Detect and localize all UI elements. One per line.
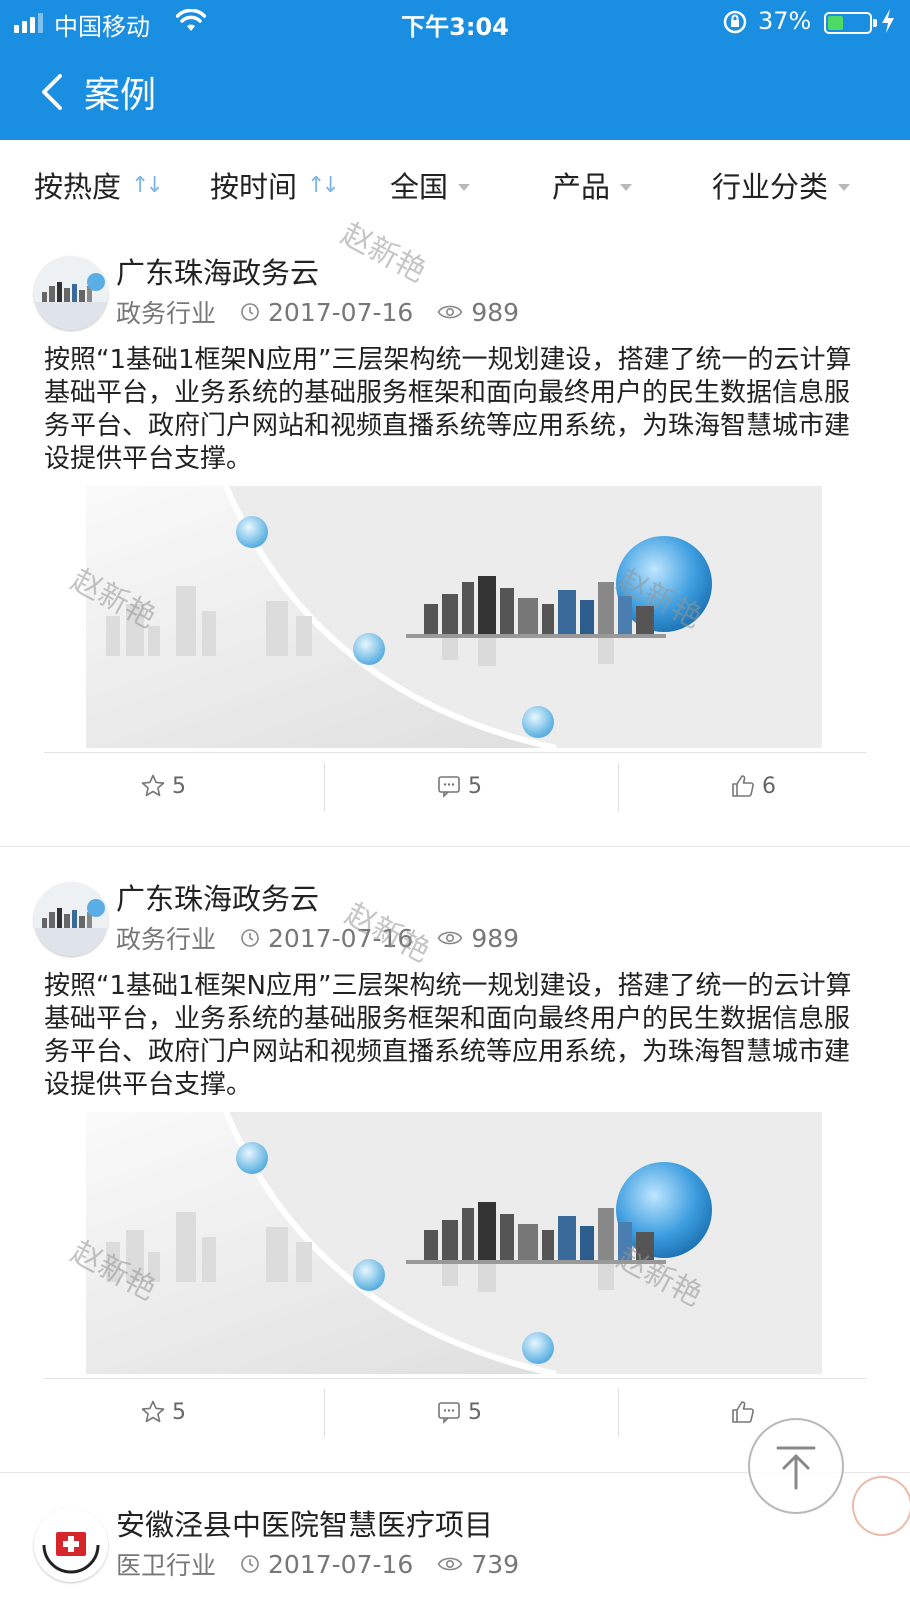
case-views: 739	[471, 1549, 520, 1579]
case-avatar	[34, 256, 108, 330]
case-views: 989	[471, 923, 520, 953]
medical-cross-icon	[34, 1508, 108, 1582]
case-views: 989	[471, 297, 520, 327]
clock-icon	[241, 303, 259, 321]
arrow-up-icon	[776, 1446, 816, 1490]
case-meta: 政务行业 2017-07-16 989	[116, 920, 519, 956]
star-icon	[140, 773, 166, 799]
comment-icon	[436, 773, 462, 799]
favorite-count: 5	[172, 1399, 186, 1425]
star-icon	[140, 1399, 166, 1425]
filter-label: 按热度	[34, 170, 122, 204]
eye-icon	[437, 1557, 463, 1571]
top-bar: 中国移动 下午3:04 37% 案例	[0, 0, 910, 140]
case-actions: 5 5 6	[44, 752, 866, 816]
filter-product[interactable]: 产品	[552, 164, 633, 206]
dropdown-arrow-icon	[620, 183, 633, 191]
case-date: 2017-07-16	[268, 297, 414, 327]
case-image[interactable]	[86, 486, 822, 748]
case-meta: 政务行业 2017-07-16 989	[116, 294, 519, 330]
eye-icon	[437, 305, 463, 319]
case-title: 安徽泾县中医院智慧医疗项目	[116, 1508, 494, 1542]
case-avatar	[34, 1508, 108, 1582]
case-avatar	[34, 882, 108, 956]
orientation-lock-icon	[723, 10, 747, 34]
comment-button[interactable]: 5	[436, 761, 482, 811]
back-to-top-button[interactable]	[748, 1418, 844, 1514]
page-title: 案例	[84, 75, 157, 116]
status-bar: 中国移动 下午3:04 37%	[0, 0, 910, 44]
charging-icon	[882, 9, 894, 33]
battery-percent: 37%	[758, 7, 812, 35]
dropdown-arrow-icon	[458, 183, 471, 191]
comment-count: 5	[468, 773, 482, 799]
like-count: 6	[762, 773, 776, 799]
comment-count: 5	[468, 1399, 482, 1425]
filter-region[interactable]: 全国	[390, 164, 471, 206]
filter-industry[interactable]: 行业分类	[712, 164, 851, 206]
case-industry: 政务行业	[116, 925, 217, 954]
clock-icon	[241, 929, 259, 947]
filter-label: 产品	[552, 170, 611, 204]
filter-sort-popularity[interactable]: 按热度 ↑↓	[34, 164, 164, 206]
filter-bar: 按热度 ↑↓ 按时间 ↑↓ 全国 产品 行业分类	[0, 140, 910, 224]
filter-sort-time[interactable]: 按时间 ↑↓	[210, 164, 340, 206]
case-actions: 5 5	[44, 1378, 866, 1442]
dropdown-arrow-icon	[838, 183, 851, 191]
case-industry: 政务行业	[116, 299, 217, 328]
thumbs-up-icon	[730, 773, 756, 799]
case-title: 广东珠海政务云	[116, 882, 320, 916]
favorite-button[interactable]: 5	[140, 1387, 186, 1437]
card-divider	[0, 846, 910, 847]
sort-icon: ↑↓	[307, 172, 340, 198]
case-description: 按照“1基础1框架N应用”三层架构统一规划建设，搭建了统一的云计算基础平台，业务…	[44, 345, 852, 474]
case-card[interactable]: 广东珠海政务云 政务行业 2017-07-16 989 按照“1基础1框架N应用…	[0, 866, 910, 1448]
clock-icon	[241, 1555, 259, 1573]
case-image[interactable]	[86, 1112, 822, 1374]
filter-label: 行业分类	[712, 170, 829, 204]
favorite-button[interactable]: 5	[140, 761, 186, 811]
case-title: 广东珠海政务云	[116, 256, 320, 290]
eye-icon	[437, 931, 463, 945]
battery-fill	[828, 16, 843, 30]
case-meta: 医卫行业 2017-07-16 739	[116, 1546, 519, 1582]
case-description: 按照“1基础1框架N应用”三层架构统一规划建设，搭建了统一的云计算基础平台，业务…	[44, 971, 852, 1100]
comment-button[interactable]: 5	[436, 1387, 482, 1437]
like-button[interactable]: 6	[730, 761, 776, 811]
filter-label: 全国	[390, 170, 449, 204]
comment-icon	[436, 1399, 462, 1425]
sort-icon: ↑↓	[131, 172, 164, 198]
filter-label: 按时间	[210, 170, 298, 204]
case-date: 2017-07-16	[268, 1549, 414, 1579]
case-card[interactable]: 广东珠海政务云 政务行业 2017-07-16 989 按照“1基础1框架N应用…	[0, 240, 910, 822]
case-date: 2017-07-16	[268, 923, 414, 953]
back-icon[interactable]	[36, 70, 76, 114]
favorite-count: 5	[172, 773, 186, 799]
case-industry: 医卫行业	[116, 1551, 217, 1580]
battery-icon	[824, 12, 877, 34]
